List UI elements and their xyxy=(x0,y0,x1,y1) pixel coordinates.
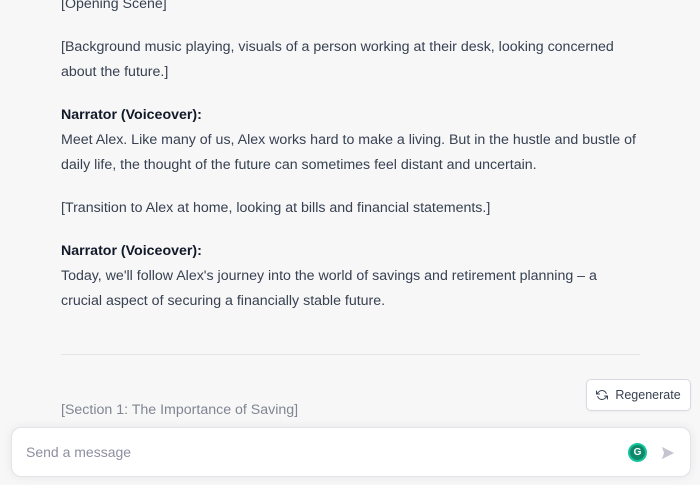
assistant-message: [Opening Scene] [Background music playin… xyxy=(61,0,641,332)
message-divider xyxy=(61,354,640,355)
narrator-label: Narrator (Voiceover): xyxy=(61,107,202,123)
grammarly-letter: G xyxy=(630,445,645,460)
grammarly-icon[interactable]: G xyxy=(628,443,647,462)
next-section-preview: [Section 1: The Importance of Saving] xyxy=(61,402,299,418)
narrator-text-2: Today, we'll follow Alex's journey into … xyxy=(61,268,597,309)
background-note-text: [Background music playing, visuals of a … xyxy=(61,39,614,80)
transition-note-text: [Transition to Alex at home, looking at … xyxy=(61,200,491,216)
regenerate-label: Regenerate xyxy=(615,388,681,402)
regenerate-button[interactable]: Regenerate xyxy=(586,379,691,411)
chat-scroll-area[interactable]: [Opening Scene] [Background music playin… xyxy=(0,0,700,485)
narrator-text: Meet Alex. Like many of us, Alex works h… xyxy=(61,132,636,173)
send-icon xyxy=(661,446,675,460)
opening-scene-text: [Opening Scene] xyxy=(61,0,167,12)
refresh-icon xyxy=(596,389,609,401)
message-input[interactable] xyxy=(26,428,606,476)
message-composer: G xyxy=(11,427,691,477)
send-button[interactable] xyxy=(656,441,680,465)
narrator-label-2: Narrator (Voiceover): xyxy=(61,243,202,259)
